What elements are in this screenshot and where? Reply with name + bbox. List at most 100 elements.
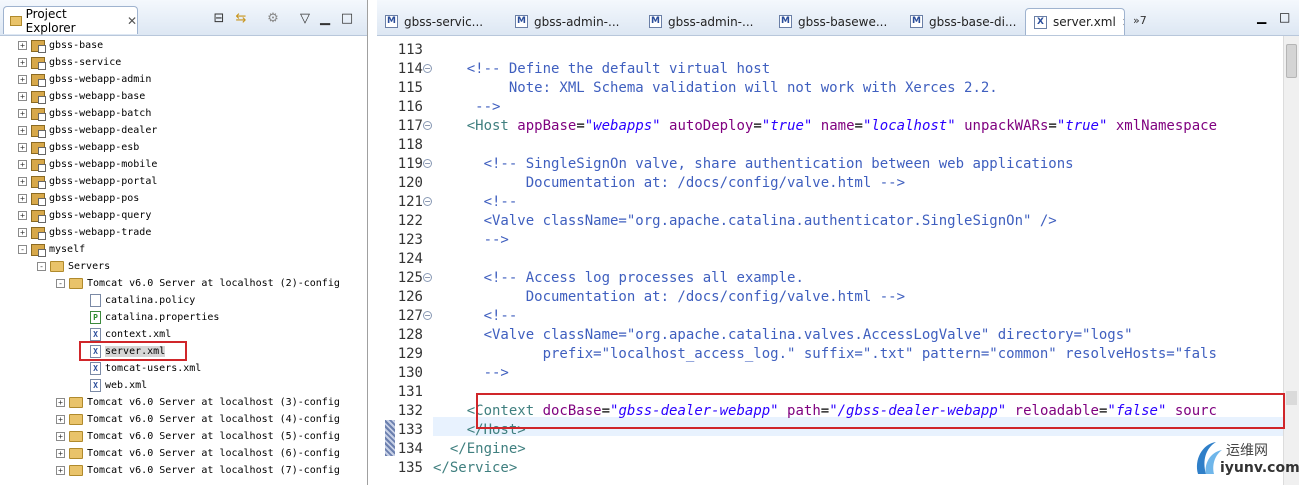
tree-item[interactable]: + gbss-webapp-dealer (18, 122, 157, 139)
code-token: "true" (761, 118, 813, 134)
tree-item[interactable]: - myself (18, 241, 85, 258)
tree-item[interactable]: Xweb.xml (77, 377, 147, 394)
expand-icon[interactable]: + (18, 211, 27, 220)
expand-icon[interactable]: + (18, 126, 27, 135)
tree-item-label: Tomcat v6.0 Server at localhost (4)-conf… (87, 414, 340, 425)
tree-item[interactable]: + Tomcat v6.0 Server at localhost (3)-con… (56, 394, 340, 411)
editor-tab[interactable]: Xserver.xml ✕ (1025, 8, 1125, 35)
maven-pom-icon: M (779, 15, 792, 28)
close-icon[interactable]: ✕ (1122, 16, 1124, 29)
watermark-name: 运维网 (1226, 443, 1268, 459)
tree-item-label: gbss-webapp-query (49, 210, 152, 221)
line-number-gutter: 113 114−115 116 117−118 119−120 121−122 123 124… (377, 36, 433, 485)
scrollbar-track-mark (1286, 391, 1297, 405)
tree-item[interactable]: + gbss-webapp-batch (18, 105, 151, 122)
line-number: 130 (397, 365, 423, 381)
expand-icon[interactable]: + (56, 415, 65, 424)
tree-item[interactable]: + gbss-webapp-esb (18, 139, 139, 156)
expand-icon[interactable]: + (18, 228, 27, 237)
code-token: "localhost" (862, 118, 956, 134)
expand-icon[interactable]: + (56, 466, 65, 475)
editor-tab-label: gbss-servic... (404, 14, 484, 29)
folder-icon (69, 397, 83, 408)
tree-item[interactable]: catalina.policy (77, 292, 195, 309)
fold-toggle-icon[interactable]: − (423, 121, 432, 130)
editor-tab[interactable]: Mgbss-admin-... (507, 8, 627, 35)
tree-item[interactable]: + gbss-webapp-admin (18, 71, 151, 88)
expand-icon[interactable]: + (18, 194, 27, 203)
tree-item[interactable]: + gbss-webapp-portal (18, 173, 157, 190)
tree-item[interactable]: - Tomcat v6.0 Server at localhost (2)-con… (56, 275, 340, 292)
tree-item[interactable]: Xtomcat-users.xml (77, 360, 201, 377)
maximize-icon[interactable]: □ (340, 12, 354, 26)
fold-toggle-icon[interactable]: − (423, 159, 432, 168)
collapse-icon[interactable]: - (56, 279, 65, 288)
editor-tab[interactable]: Mgbss-base-di... (902, 8, 1020, 35)
project-explorer-panel: Project Explorer ✕ ⊟ ⇆ ⚙ ▽ ▁ □ + gbss-bas… (0, 0, 368, 485)
tree-item[interactable]: + gbss-webapp-mobile (18, 156, 157, 173)
editor-tab[interactable]: Mgbss-admin-... (641, 8, 759, 35)
tree-item[interactable]: + gbss-webapp-pos (18, 190, 139, 207)
tab-overflow[interactable]: »7 (1133, 14, 1147, 27)
fold-toggle-icon[interactable]: − (423, 64, 432, 73)
fold-toggle-icon[interactable]: − (423, 273, 432, 282)
close-icon[interactable]: ✕ (127, 14, 137, 28)
fold-toggle-icon[interactable]: − (423, 197, 432, 206)
minimize-icon[interactable]: ▁ (318, 12, 332, 26)
expand-icon[interactable]: + (56, 432, 65, 441)
view-menu-icon[interactable]: ▽ (298, 12, 312, 26)
tree-item[interactable]: + gbss-base (18, 37, 103, 54)
line-number: 129 (397, 346, 423, 362)
expand-icon[interactable]: + (18, 75, 27, 84)
tree-item-label: gbss-webapp-pos (49, 193, 140, 204)
expand-icon[interactable]: + (56, 449, 65, 458)
xml-file-icon: X (1034, 15, 1047, 29)
line-number: 131 (397, 384, 423, 400)
minimize-editor-icon[interactable]: ▁ (1257, 10, 1266, 24)
editor-tab-label: gbss-base-di... (929, 14, 1017, 29)
editor-tab[interactable]: Mgbss-servic... (377, 8, 495, 35)
expand-icon[interactable]: + (18, 143, 27, 152)
tree-item[interactable]: + gbss-webapp-trade (18, 224, 151, 241)
code-line: <!-- Access log processes all example. (433, 269, 804, 288)
expand-icon[interactable]: + (56, 398, 65, 407)
tab-project-explorer[interactable]: Project Explorer ✕ (3, 6, 138, 35)
expand-icon[interactable]: + (18, 177, 27, 186)
maximize-editor-icon[interactable]: □ (1279, 10, 1290, 24)
code-line: <!-- (433, 307, 518, 326)
collapse-all-icon[interactable]: ⊟ (212, 12, 226, 26)
tree-item[interactable]: + Tomcat v6.0 Server at localhost (7)-con… (56, 462, 340, 479)
watermark-site: iyunv.com (1220, 460, 1299, 476)
expand-icon[interactable]: + (18, 160, 27, 169)
project-explorer-header: Project Explorer ✕ ⊟ ⇆ ⚙ ▽ ▁ □ (0, 0, 367, 36)
tree-item[interactable]: + gbss-webapp-base (18, 88, 145, 105)
tree-item[interactable]: + Tomcat v6.0 Server at localhost (4)-con… (56, 411, 340, 428)
fold-toggle-icon[interactable]: − (423, 311, 432, 320)
vertical-scrollbar[interactable] (1283, 36, 1299, 485)
tree-item[interactable]: + Tomcat v6.0 Server at localhost (6)-con… (56, 445, 340, 462)
tree-item-label: Servers (68, 261, 111, 272)
expand-icon[interactable]: + (18, 58, 27, 67)
scrollbar-thumb[interactable] (1286, 44, 1297, 78)
tree-item[interactable]: + gbss-service (18, 54, 121, 71)
tree-item-label: gbss-webapp-mobile (49, 159, 158, 170)
tree-item[interactable]: Pcatalina.properties (77, 309, 219, 326)
code-token: unpackWARs (964, 118, 1049, 134)
filter-icon[interactable]: ⚙ (266, 12, 280, 26)
tree-item[interactable]: + gbss-webapp-query (18, 207, 151, 224)
expand-icon[interactable]: + (18, 41, 27, 50)
collapse-icon[interactable]: - (18, 245, 27, 254)
expand-icon[interactable]: + (18, 92, 27, 101)
tree-item[interactable]: - Servers (37, 258, 110, 275)
editor-tab[interactable]: Mgbss-basewe... (771, 8, 891, 35)
tree-item[interactable]: + Tomcat v6.0 Server at localhost (5)-con… (56, 428, 340, 445)
collapse-icon[interactable]: - (37, 262, 46, 271)
project-icon (31, 107, 46, 121)
expand-icon[interactable]: + (18, 109, 27, 118)
link-with-editor-icon[interactable]: ⇆ (234, 12, 248, 26)
